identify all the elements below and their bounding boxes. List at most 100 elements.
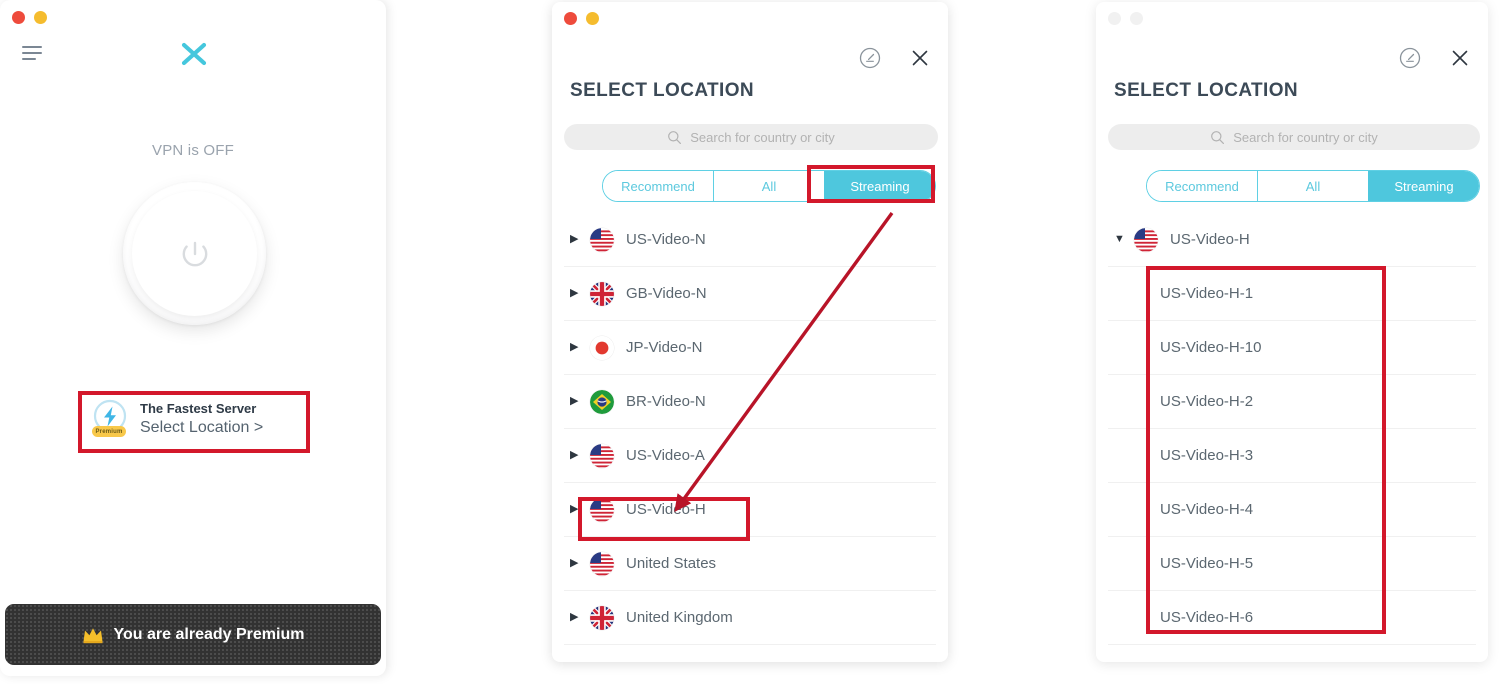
power-button-face — [132, 191, 257, 316]
select-location-window-collapsed: SELECT LOCATION Search for country or ci… — [552, 2, 948, 662]
br-flag-icon — [590, 389, 614, 414]
list-item-label: US-Video-H — [626, 501, 706, 518]
us-flag-icon — [1134, 227, 1158, 252]
window-traffic-lights — [564, 12, 599, 25]
chevron-right-icon[interactable]: ▶ — [570, 558, 586, 569]
minimize-traffic-light[interactable] — [1130, 12, 1143, 25]
close-icon[interactable] — [1448, 46, 1472, 70]
list-item-label: US-Video-H-10 — [1160, 339, 1262, 356]
minimize-traffic-light[interactable] — [34, 11, 47, 24]
premium-badge: Premium — [92, 426, 126, 437]
search-icon — [1211, 130, 1225, 144]
window-traffic-lights — [12, 11, 47, 24]
search-icon — [668, 130, 682, 144]
close-traffic-light[interactable] — [12, 11, 25, 24]
main-window-topbar — [0, 38, 386, 78]
list-item[interactable]: ▶ — [564, 429, 936, 483]
x-logo-icon — [176, 36, 212, 72]
fastest-server-title: The Fastest Server — [140, 401, 257, 416]
close-traffic-light[interactable] — [1108, 12, 1121, 25]
location-window-actions — [858, 46, 932, 70]
location-list: ▼ US-Video-H US-Video-H-1 US-Video-H-10 … — [1096, 213, 1488, 645]
list-item[interactable]: US-Video-H-10 — [1108, 321, 1476, 375]
tab-all[interactable]: All — [713, 171, 824, 201]
tab-streaming[interactable]: Streaming — [1368, 171, 1479, 201]
search-placeholder: Search for country or city — [1233, 129, 1378, 145]
list-item[interactable]: ▶ — [564, 213, 936, 267]
chevron-right-icon[interactable]: ▶ — [570, 612, 586, 623]
select-location-link[interactable]: Select Location > — [140, 417, 263, 438]
list-item-label: US-Video-N — [626, 231, 706, 248]
close-traffic-light[interactable] — [564, 12, 577, 25]
search-placeholder: Search for country or city — [690, 129, 835, 145]
chevron-right-icon[interactable]: ▶ — [570, 234, 586, 245]
speedometer-icon[interactable] — [1398, 46, 1422, 70]
page-title: SELECT LOCATION — [570, 80, 755, 101]
minimize-traffic-light[interactable] — [586, 12, 599, 25]
chevron-down-icon[interactable]: ▼ — [1114, 234, 1130, 245]
list-item[interactable]: ▶ United Kingdom — [564, 591, 936, 645]
list-item[interactable]: ▶ GB-Video-N — [564, 267, 936, 321]
premium-banner-label: You are already Premium — [113, 625, 305, 643]
us-flag-icon — [590, 443, 614, 468]
page-title: SELECT LOCATION — [1114, 80, 1299, 101]
list-item[interactable]: US-Video-H-2 — [1108, 375, 1476, 429]
chevron-right-icon[interactable]: ▶ — [570, 342, 586, 353]
list-item-label: US-Video-H-4 — [1160, 501, 1254, 518]
list-item-label: US-Video-H — [1170, 231, 1250, 248]
jp-flag-icon — [590, 335, 614, 360]
close-icon[interactable] — [908, 46, 932, 70]
tab-recommend[interactable]: Recommend — [603, 171, 713, 201]
list-item-label: GB-Video-N — [626, 285, 707, 302]
chevron-right-icon[interactable]: ▶ — [570, 450, 586, 461]
location-list: ▶ US-Video-N ▶ GB-Video-N ▶ JP-Video-N ▶… — [552, 213, 948, 645]
tab-streaming[interactable]: Streaming — [824, 171, 935, 201]
list-item-label: US-Video-H-2 — [1160, 393, 1254, 410]
fastest-server-text: The Fastest Server Select Location > — [140, 400, 263, 438]
us-flag-icon — [590, 497, 614, 522]
list-item-label: US-Video-A — [626, 447, 705, 464]
list-item[interactable]: US-Video-H-5 — [1108, 537, 1476, 591]
crown-icon — [83, 627, 103, 643]
list-item-label: United Kingdom — [626, 609, 733, 626]
tab-all[interactable]: All — [1257, 171, 1368, 201]
us-flag-icon — [590, 227, 614, 252]
list-item-label: US-Video-H-6 — [1160, 609, 1254, 626]
list-item[interactable]: ▶ BR-Video-N — [564, 375, 936, 429]
list-item-label: BR-Video-N — [626, 393, 706, 410]
vpn-status-text: VPN is OFF — [151, 142, 234, 159]
search-input[interactable]: Search for country or city — [564, 124, 938, 150]
chevron-right-icon[interactable]: ▶ — [570, 504, 586, 515]
list-item[interactable]: ▶ JP-Video-N — [564, 321, 936, 375]
chevron-right-icon[interactable]: ▶ — [570, 288, 586, 299]
location-window-actions — [1398, 46, 1472, 70]
list-item[interactable]: US-Video-H-3 — [1108, 429, 1476, 483]
list-item[interactable]: ▶ — [564, 537, 936, 591]
list-item-label: United States — [626, 555, 717, 572]
search-input[interactable]: Search for country or city — [1108, 124, 1480, 150]
list-item-label: US-Video-H-3 — [1160, 447, 1254, 464]
list-item-us-video-h[interactable]: ▶ US-Video-H — [564, 483, 936, 537]
list-item[interactable]: US-Video-H-1 — [1108, 267, 1476, 321]
window-traffic-lights — [1108, 12, 1143, 25]
tab-recommend[interactable]: Recommend — [1147, 171, 1257, 201]
list-item-label: JP-Video-N — [626, 339, 703, 356]
list-item-us-video-h-expanded[interactable]: ▼ US-Video-H — [1108, 213, 1476, 267]
list-item[interactable]: US-Video-H-4 — [1108, 483, 1476, 537]
speedometer-icon[interactable] — [858, 46, 882, 70]
chevron-right-icon[interactable]: ▶ — [570, 396, 586, 407]
fastest-server-card[interactable]: Premium The Fastest Server Select Locati… — [86, 395, 300, 443]
list-item-label: US-Video-H-1 — [1160, 285, 1254, 302]
gb-flag-icon — [590, 281, 614, 306]
hamburger-menu-icon[interactable] — [22, 44, 44, 62]
power-toggle-button[interactable] — [123, 182, 266, 325]
list-item[interactable]: US-Video-H-6 — [1108, 591, 1476, 645]
screenshot-stage: VPN is OFF Premium The Fastest Server Se… — [0, 0, 1500, 684]
us-flag-icon — [590, 551, 614, 576]
premium-status-banner[interactable]: You are already Premium — [5, 604, 381, 665]
lightning-bolt-icon: Premium — [88, 398, 132, 440]
location-filter-tabs: Recommend All Streaming — [1146, 170, 1480, 202]
list-item-label: US-Video-H-5 — [1160, 555, 1254, 572]
gb-flag-icon — [590, 605, 614, 630]
power-button-icon — [182, 241, 207, 266]
